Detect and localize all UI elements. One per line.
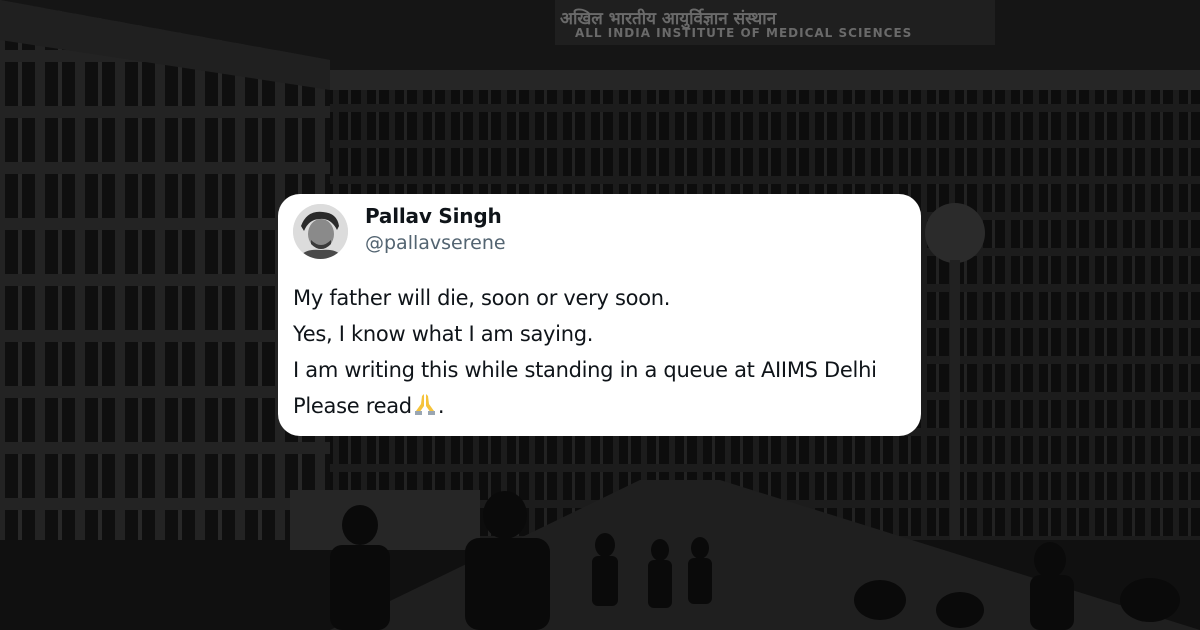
tweet-line-1: My father will die, soon or very soon. [293,286,671,310]
tweet-line-2: Yes, I know what I am saying. [293,322,594,346]
folded-hands-icon [412,391,438,417]
signboard-english: ALL INDIA INSTITUTE OF MEDICAL SCIENCES [575,26,913,40]
tweet-line-3: I am writing this while standing in a qu… [293,358,877,382]
tweet-text: My father will die, soon or very soon. Y… [293,280,913,424]
tweet-card: Pallav Singh @pallavserene My father wil… [278,194,921,436]
avatar[interactable] [293,204,348,259]
tweet-line-4-text: Please read [293,394,412,418]
tweet-line-4-period: . [437,394,445,418]
tweet-line-4: Please read . [293,388,913,424]
user-handle[interactable]: @pallavserene [365,232,506,254]
display-name[interactable]: Pallav Singh [365,204,502,228]
